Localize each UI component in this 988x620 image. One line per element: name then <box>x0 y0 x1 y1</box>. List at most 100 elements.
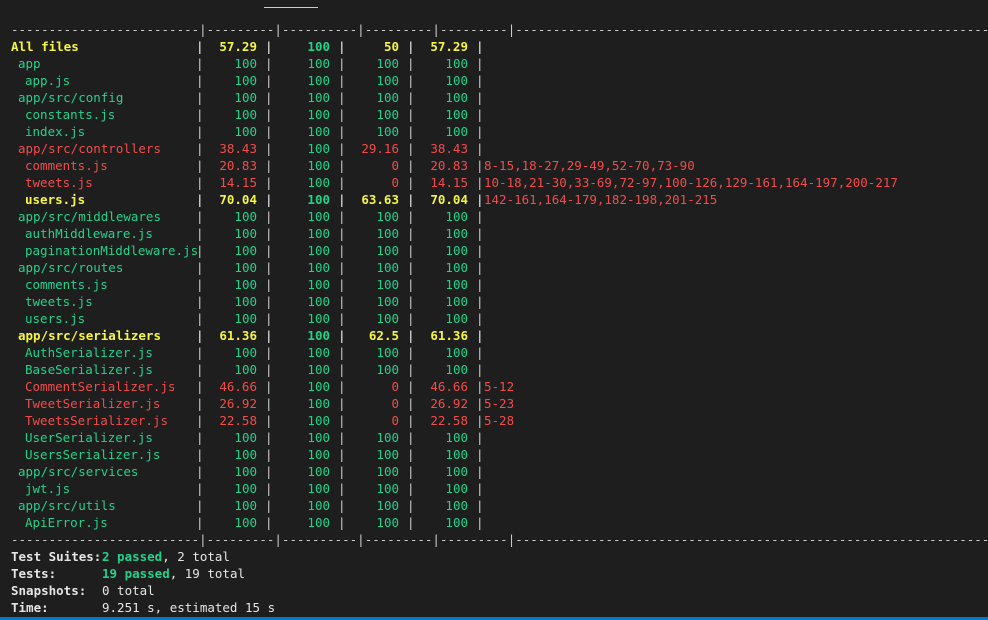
table-row: app.js | 100 | 100 | 100 | 100 | <box>11 72 988 89</box>
suites-label: Test Suites: <box>11 549 102 564</box>
file-name: comments.js <box>25 277 108 292</box>
lines-value: 100 <box>445 294 468 309</box>
branch-value: 100 <box>307 260 330 275</box>
lines-value: 20.83 <box>430 158 468 173</box>
branch-value: 100 <box>307 345 330 360</box>
stmts-value: 100 <box>234 362 257 377</box>
branch-value: 100 <box>307 209 330 224</box>
branch-value: 100 <box>307 294 330 309</box>
funcs-value: 0 <box>391 413 399 428</box>
lines-value: 100 <box>445 345 468 360</box>
column-divider: | <box>476 243 484 258</box>
funcs-value: 29.16 <box>361 141 399 156</box>
file-name: app/src/routes <box>18 260 124 275</box>
table-row: paginationMiddleware.js| 100 | 100 | 100 | 100 | <box>11 242 988 259</box>
file-name: comments.js <box>25 158 108 173</box>
branch-value: 100 <box>307 158 330 173</box>
file-name: AuthSerializer.js <box>25 345 153 360</box>
funcs-value: 100 <box>376 209 399 224</box>
column-divider: | <box>476 56 484 71</box>
suites-total: , 2 total <box>162 549 230 564</box>
stmts-value: 100 <box>234 107 257 122</box>
file-name: app/src/controllers <box>18 141 161 156</box>
funcs-value: 0 <box>391 379 399 394</box>
table-row: TweetSerializer.js | 26.92 | 100 | 0 | 26.92 |5-2… <box>11 395 988 412</box>
terminal-output[interactable]: -------------------------|---------|----… <box>11 21 988 616</box>
stmts-value: 100 <box>234 243 257 258</box>
stmts-value: 38.43 <box>219 141 257 156</box>
table-row: UserSerializer.js | 100 | 100 | 100 | 100 | <box>11 429 988 446</box>
lines-value: 100 <box>445 260 468 275</box>
lines-value: 100 <box>445 124 468 139</box>
table-row: app/src/routes | 100 | 100 | 100 | 100 | <box>11 259 988 276</box>
file-name: app <box>18 56 41 71</box>
file-name: app/src/config <box>18 90 124 105</box>
stmts-value: 100 <box>234 73 257 88</box>
branch-value: 100 <box>307 39 330 54</box>
uncovered-lines: 5-28 <box>484 413 515 428</box>
column-divider: | <box>476 209 484 224</box>
coverage-table: All files | 57.29 | 100 | 50 | 57.29 | app | 100 | 100… <box>11 38 988 531</box>
branch-value: 100 <box>307 379 330 394</box>
branch-value: 100 <box>307 124 330 139</box>
file-name: users.js <box>25 192 86 207</box>
file-name: index.js <box>25 124 86 139</box>
table-separator-top: -------------------------|---------|----… <box>11 22 988 37</box>
tests-label: Tests: <box>11 566 57 581</box>
funcs-value: 100 <box>376 464 399 479</box>
funcs-value: 63.63 <box>361 192 399 207</box>
table-row: ApiError.js | 100 | 100 | 100 | 100 | <box>11 514 988 531</box>
lines-value: 22.58 <box>430 413 468 428</box>
funcs-value: 100 <box>376 73 399 88</box>
column-divider: | <box>476 481 484 496</box>
table-row: AuthSerializer.js | 100 | 100 | 100 | 100 | <box>11 344 988 361</box>
column-divider: | <box>476 464 484 479</box>
funcs-value: 0 <box>391 175 399 190</box>
lines-value: 100 <box>445 515 468 530</box>
lines-value: 70.04 <box>430 192 468 207</box>
stmts-value: 100 <box>234 277 257 292</box>
lines-value: 100 <box>445 56 468 71</box>
lines-value: 100 <box>445 447 468 462</box>
stmts-value: 100 <box>234 294 257 309</box>
lines-value: 38.43 <box>430 141 468 156</box>
file-name: tweets.js <box>25 175 93 190</box>
funcs-value: 100 <box>376 226 399 241</box>
lines-value: 100 <box>445 73 468 88</box>
stmts-value: 100 <box>234 481 257 496</box>
funcs-value: 62.5 <box>368 328 399 343</box>
branch-value: 100 <box>307 175 330 190</box>
branch-value: 100 <box>307 481 330 496</box>
summary-suites: Test Suites:2 passed, 2 total <box>11 548 988 565</box>
table-row: authMiddleware.js | 100 | 100 | 100 | 100 | <box>11 225 988 242</box>
uncovered-lines: 142-161,164-179,182-198,201-215 <box>484 192 718 207</box>
funcs-value: 0 <box>391 396 399 411</box>
branch-value: 100 <box>307 413 330 428</box>
file-name: app.js <box>25 73 71 88</box>
funcs-value: 100 <box>376 345 399 360</box>
lines-value: 100 <box>445 277 468 292</box>
funcs-value: 100 <box>376 124 399 139</box>
stmts-value: 22.58 <box>219 413 257 428</box>
uncovered-lines: 8-15,18-27,29-49,52-70,73-90 <box>484 158 695 173</box>
branch-value: 100 <box>307 430 330 445</box>
stmts-value: 26.92 <box>219 396 257 411</box>
lines-value: 61.36 <box>430 328 468 343</box>
lines-value: 100 <box>445 226 468 241</box>
funcs-value: 100 <box>376 90 399 105</box>
table-row: app/src/controllers | 38.43 | 100 | 29.16 | 38.4… <box>11 140 988 157</box>
branch-value: 100 <box>307 90 330 105</box>
branch-value: 100 <box>307 311 330 326</box>
table-row: app/src/config | 100 | 100 | 100 | 100 | <box>11 89 988 106</box>
table-row: BaseSerializer.js | 100 | 100 | 100 | 100 | <box>11 361 988 378</box>
stmts-value: 70.04 <box>219 192 257 207</box>
funcs-value: 100 <box>376 294 399 309</box>
funcs-value: 100 <box>376 311 399 326</box>
file-name: All files <box>11 39 79 54</box>
column-divider: | <box>476 515 484 530</box>
stmts-value: 100 <box>234 345 257 360</box>
funcs-value: 0 <box>391 158 399 173</box>
snapshots-label: Snapshots: <box>11 583 87 598</box>
tests-passed: 19 passed <box>102 566 170 581</box>
table-row: index.js | 100 | 100 | 100 | 100 | <box>11 123 988 140</box>
